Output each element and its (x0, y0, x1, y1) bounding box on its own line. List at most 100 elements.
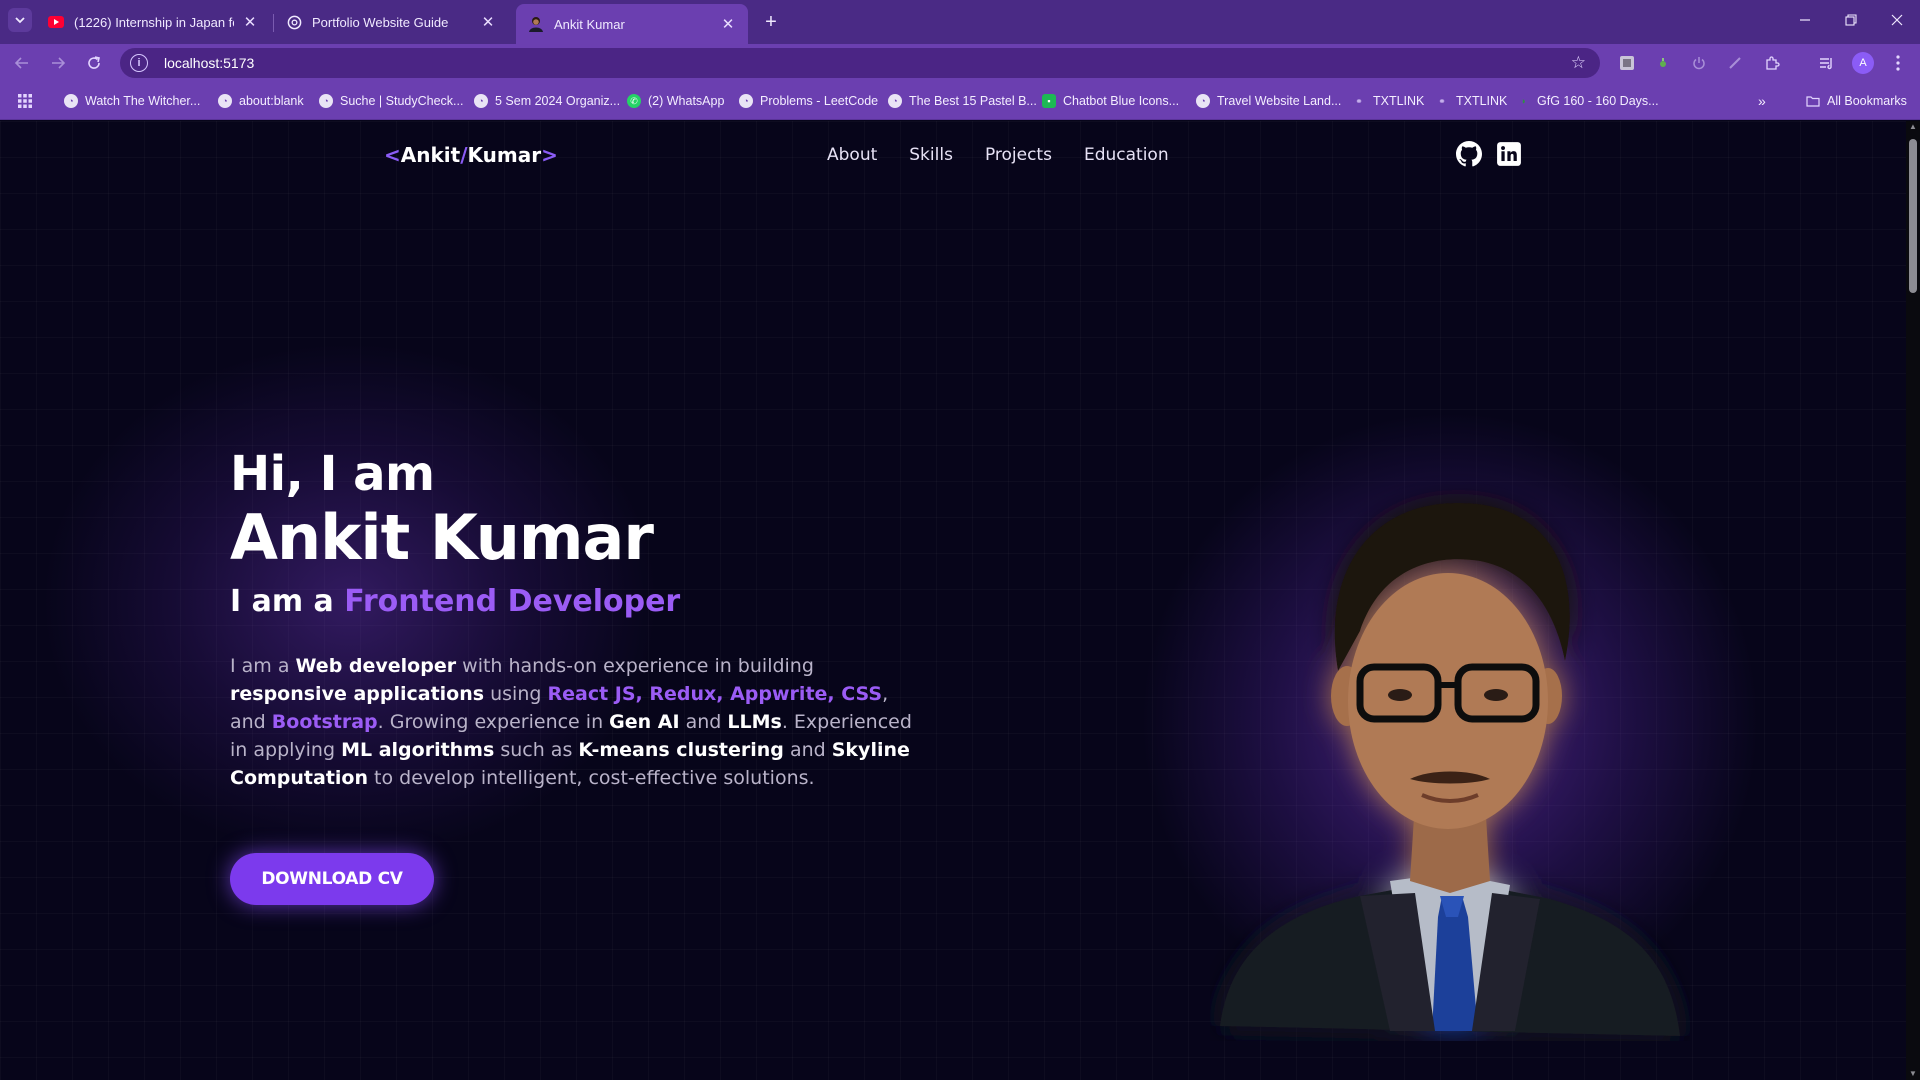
site-info-icon[interactable]: i (130, 54, 148, 72)
bookmarks-overflow-icon[interactable]: » (1758, 92, 1766, 110)
tab-portfolio-guide[interactable]: Portfolio Website Guide ✕ (274, 6, 508, 38)
download-cv-button[interactable]: DOWNLOAD CV (230, 853, 434, 905)
profile-photo-icon (528, 16, 544, 32)
bookmark-item[interactable]: ◔ Problems - LeetCode (739, 92, 878, 110)
bookmark-label: TXTLINK (1373, 94, 1425, 108)
youtube-icon (48, 14, 64, 30)
profile-avatar[interactable]: A (1852, 52, 1874, 74)
scroll-down-icon[interactable]: ▼ (1909, 1070, 1917, 1078)
close-window-button[interactable] (1874, 0, 1920, 40)
bookmark-item[interactable]: ✆ (2) WhatsApp (627, 92, 724, 110)
globe-icon: ◔ (64, 94, 78, 108)
nav-link-about[interactable]: About (827, 145, 877, 165)
bookmark-item[interactable]: ◔ Watch The Witcher... (64, 92, 200, 110)
bookmark-item[interactable]: ⚭ TXTLINK (1352, 92, 1424, 110)
all-bookmarks-folder[interactable]: All Bookmarks (1806, 92, 1907, 110)
address-bar[interactable]: i localhost:5173 ☆ (120, 48, 1600, 78)
chatbot-icon: ▪ (1042, 94, 1056, 108)
arrow-right-icon (52, 57, 66, 69)
tab-title: (1226) Internship in Japan for In (74, 14, 234, 30)
role-title: Frontend Developer (344, 584, 681, 619)
bio-emphasis: Gen AI (609, 711, 680, 733)
globe-icon: ◔ (319, 94, 333, 108)
forward-button[interactable] (46, 51, 70, 75)
globe-icon: ◔ (739, 94, 753, 108)
minimize-button[interactable] (1782, 0, 1828, 40)
gfg-icon: ◑ (1520, 96, 1526, 106)
reload-icon (88, 56, 100, 69)
bio-text: . Growing experience in (377, 711, 610, 733)
bookmark-label: about:blank (239, 94, 304, 108)
close-tab-icon[interactable]: ✕ (242, 14, 258, 31)
extension-dot-icon[interactable] (1653, 53, 1673, 73)
nav-link-projects[interactable]: Projects (985, 145, 1052, 165)
bookmark-star-icon[interactable]: ☆ (1571, 53, 1586, 73)
hero-greeting: Hi, I am (230, 446, 435, 502)
bookmark-label: Watch The Witcher... (85, 94, 201, 108)
scrollbar-thumb[interactable] (1909, 139, 1917, 293)
bio-emphasis: responsive applications (230, 683, 485, 705)
link-icon: ⚭ (1355, 95, 1363, 106)
hero-name: Ankit Kumar (230, 501, 654, 574)
role-prefix: I am a (230, 584, 334, 619)
media-controls-icon[interactable] (1817, 53, 1837, 73)
bookmark-item[interactable]: ⚭ TXTLINK (1435, 92, 1507, 110)
bookmark-label: Travel Website Land... (1217, 94, 1342, 108)
bookmark-label: Chatbot Blue Icons... (1063, 94, 1180, 108)
url-text[interactable]: localhost:5173 (164, 55, 254, 71)
tab-ankit-kumar[interactable]: Ankit Kumar ✕ (516, 4, 748, 44)
new-tab-button[interactable]: + (757, 8, 785, 36)
tab-title: Ankit Kumar (554, 16, 625, 32)
profile-initial: A (1859, 57, 1867, 69)
bookmark-item[interactable]: ◔ 5 Sem 2024 Organiz... (474, 92, 620, 110)
globe-icon: ◔ (888, 94, 902, 108)
pen-extension-icon[interactable] (1725, 53, 1745, 73)
whatsapp-icon: ✆ (627, 94, 641, 108)
bookmarks-bar: ◔ Watch The Witcher... ◔ about:blank ◔ Such… (0, 82, 1920, 120)
bio-text: and (679, 711, 728, 733)
chevron-down-icon (15, 17, 25, 24)
bio-highlight: Bootstrap (271, 711, 378, 733)
profile-portrait (1220, 502, 1680, 1036)
logo-last: Kumar (467, 143, 542, 167)
bookmark-item[interactable]: ◔ Suche | StudyCheck... (319, 92, 463, 110)
github-icon[interactable] (1456, 141, 1482, 167)
tab-youtube[interactable]: (1226) Internship in Japan for In ✕ (36, 6, 270, 38)
back-button[interactable] (10, 51, 34, 75)
bookmark-item[interactable]: ▪ Chatbot Blue Icons... (1042, 92, 1179, 110)
site-logo[interactable]: <Ankit/Kumar> (384, 143, 558, 167)
bookmark-label: The Best 15 Pastel B... (909, 94, 1037, 108)
nav-link-skills[interactable]: Skills (909, 145, 953, 165)
close-tab-icon[interactable]: ✕ (480, 14, 496, 31)
bookmark-item[interactable]: ◑ GfG 160 - 160 Days... (1516, 92, 1658, 110)
logo-slash: / (460, 143, 468, 167)
reload-button[interactable] (82, 51, 106, 75)
apps-grid-icon[interactable] (18, 92, 32, 110)
logo-first: Ankit (400, 143, 461, 167)
folder-icon (1806, 94, 1820, 108)
power-icon[interactable] (1689, 53, 1709, 73)
close-tab-icon[interactable]: ✕ (720, 16, 736, 33)
linkedin-icon[interactable] (1496, 141, 1522, 167)
bookmark-label: Suche | StudyCheck... (340, 94, 464, 108)
arrow-left-icon (14, 57, 28, 69)
restore-button[interactable] (1828, 0, 1874, 40)
chatgpt-icon (286, 14, 302, 30)
bookmark-item[interactable]: ◔ The Best 15 Pastel B... (888, 92, 1037, 110)
tab-search-button[interactable] (8, 8, 32, 32)
bookmark-item[interactable]: ◔ Travel Website Land... (1196, 92, 1341, 110)
scroll-up-icon[interactable]: ▲ (1909, 123, 1917, 131)
extensions-puzzle-icon[interactable] (1762, 53, 1782, 73)
extension-icon[interactable] (1617, 53, 1637, 73)
page-scrollbar[interactable]: ▲ ▼ (1906, 121, 1920, 1080)
bookmark-label: 5 Sem 2024 Organiz... (495, 94, 621, 108)
minimize-icon (1800, 19, 1810, 21)
bookmark-item[interactable]: ◔ about:blank (218, 92, 304, 110)
more-menu-icon[interactable] (1888, 53, 1908, 73)
bookmark-label: TXTLINK (1456, 94, 1508, 108)
bio-emphasis: LLMs (727, 711, 782, 733)
link-icon: ⚭ (1438, 95, 1446, 106)
bio-highlight: React JS, Redux, Appwrite, CSS (547, 683, 883, 705)
nav-link-education[interactable]: Education (1084, 145, 1169, 165)
all-bookmarks-label: All Bookmarks (1827, 94, 1907, 108)
